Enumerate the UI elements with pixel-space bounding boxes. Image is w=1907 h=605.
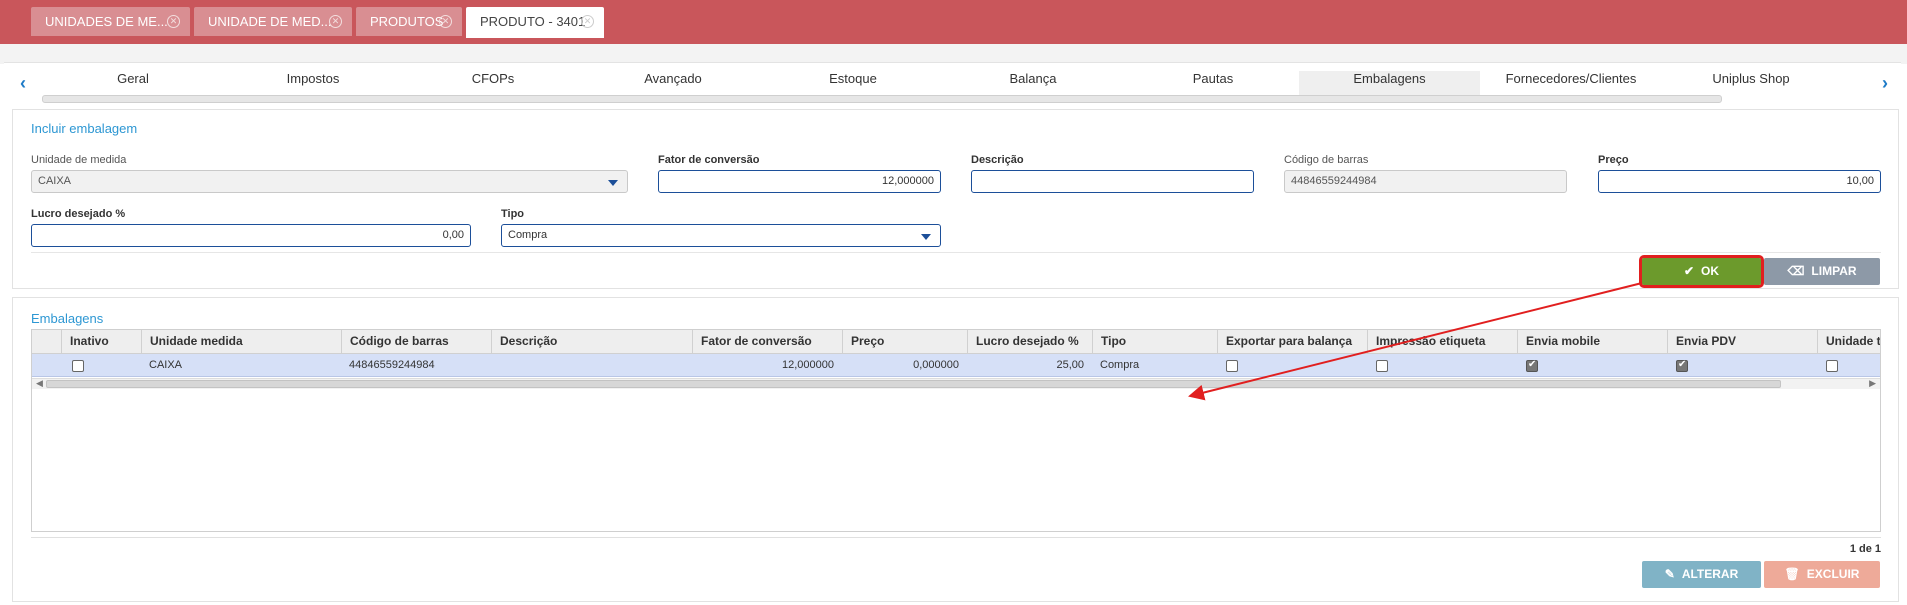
annotation-arrow [1188,282,1643,401]
